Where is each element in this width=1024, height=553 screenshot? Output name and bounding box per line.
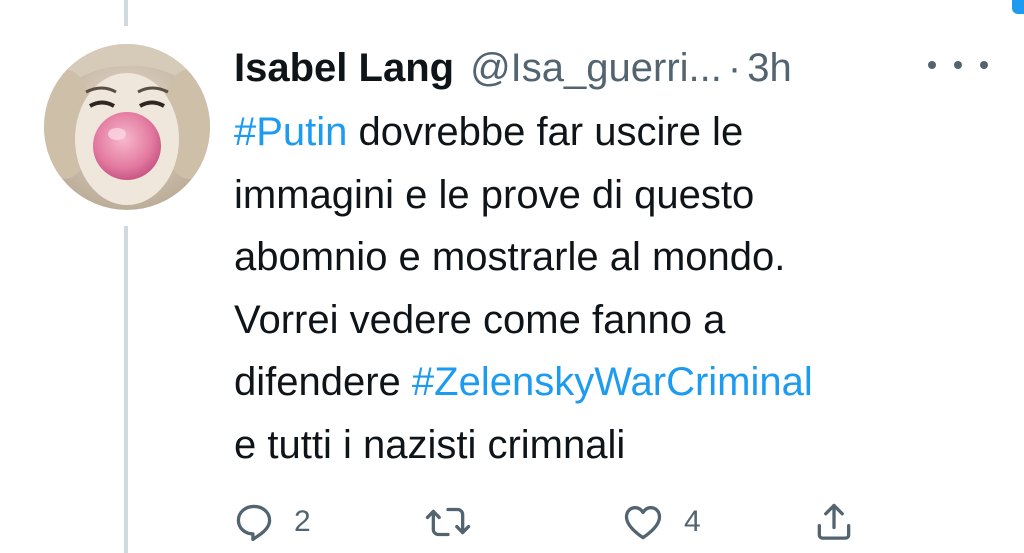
tweet-line-6: e tutti i nazisti crimnali: [234, 422, 626, 467]
avatar-image: [44, 44, 210, 210]
like-icon: [620, 500, 666, 544]
avatar[interactable]: [44, 44, 210, 210]
reply-icon: [232, 500, 276, 544]
author-name[interactable]: Isabel Lang: [234, 46, 454, 91]
tweet-line-1: #Putin dovrebbe far uscire le: [234, 110, 744, 154]
more-options-icon[interactable]: [928, 50, 988, 80]
tweet-line-3: abomnio e mostrarle al mondo.: [234, 235, 786, 279]
hashtag-link[interactable]: #Putin: [234, 110, 347, 154]
tweet-actions: 2 4: [232, 500, 1012, 544]
top-corner-badge: [1012, 0, 1024, 14]
separator-dot: ·: [727, 45, 742, 90]
like-count: 4: [684, 505, 701, 538]
share-button[interactable]: [812, 500, 856, 544]
reply-count: 2: [294, 505, 311, 538]
tweet-line-4: Vorrei vedere come fanno a: [234, 297, 726, 342]
tweet-line-5: difendere #ZelenskyWarCriminal: [234, 360, 813, 404]
author-handle[interactable]: @Isa_guerri...: [470, 46, 722, 91]
retweet-icon: [424, 500, 472, 544]
tweet-timestamp[interactable]: 3h: [747, 46, 792, 91]
hashtag-link[interactable]: #ZelenskyWarCriminal: [412, 360, 813, 404]
share-icon: [812, 500, 856, 544]
like-button[interactable]: 4: [620, 500, 701, 544]
tweet[interactable]: Isabel Lang @Isa_guerri... · 3h #Putin d…: [0, 0, 1024, 553]
retweet-button[interactable]: [424, 500, 472, 544]
tweet-text: #Putin dovrebbe far uscire le immagini e…: [234, 101, 994, 476]
thread-line-top: [124, 0, 128, 26]
tweet-line-2: immagini e le prove di questo: [234, 172, 755, 217]
tweet-header: Isabel Lang @Isa_guerri... · 3h: [234, 40, 792, 96]
reply-button[interactable]: 2: [232, 500, 311, 544]
thread-line-bottom: [124, 226, 128, 553]
